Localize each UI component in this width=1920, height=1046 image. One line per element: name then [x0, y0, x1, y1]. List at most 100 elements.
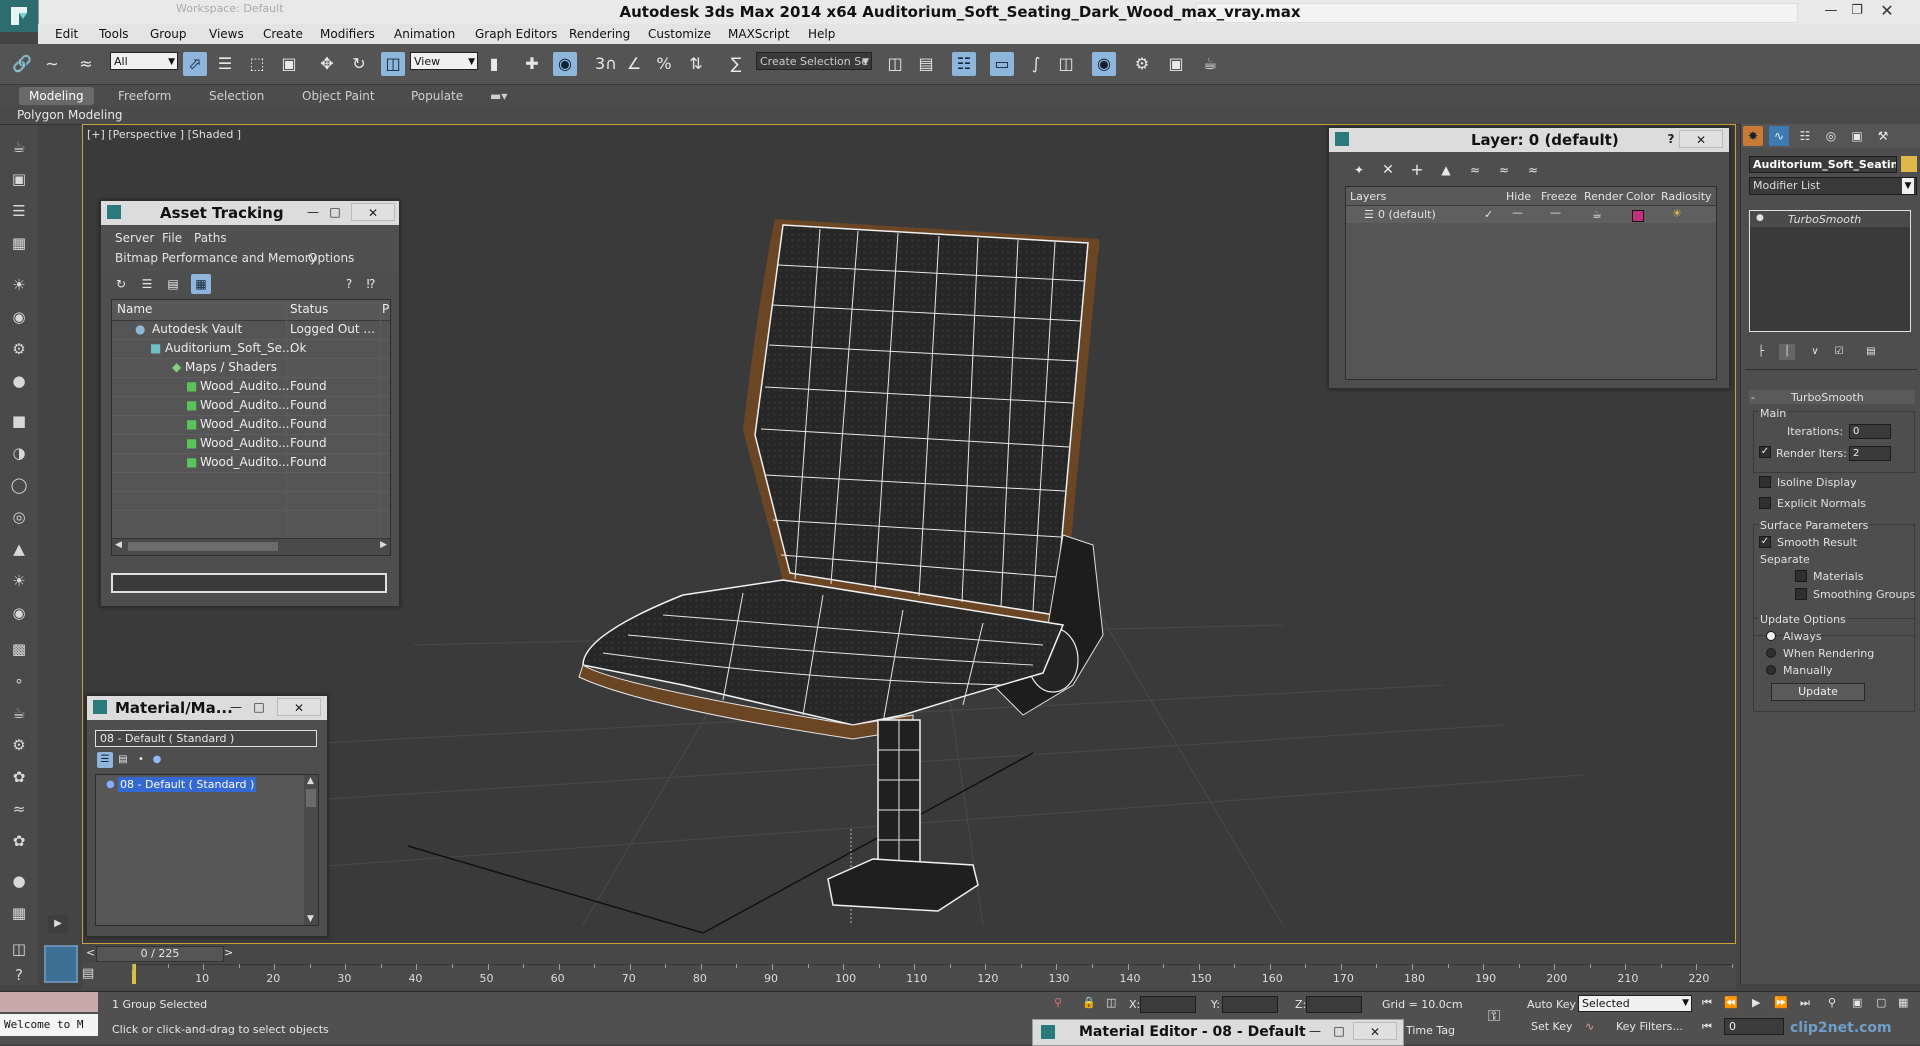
- asset-path-field[interactable]: [111, 573, 387, 593]
- object-color-swatch[interactable]: [1901, 156, 1917, 172]
- tab-modeling[interactable]: Modeling: [19, 87, 94, 105]
- go-to-start-icon[interactable]: ⏮: [1702, 996, 1712, 1010]
- image-icon[interactable]: ▣: [7, 167, 31, 191]
- geosphere-icon[interactable]: ◉: [7, 601, 31, 625]
- asset-row-name[interactable]: Wood_Audito...: [200, 415, 290, 434]
- render-iters-checkbox[interactable]: ✓: [1759, 446, 1771, 458]
- small-sphere-icon[interactable]: •: [133, 752, 149, 768]
- edit-named-selection-icon[interactable]: ∑: [724, 52, 748, 76]
- plant-icon[interactable]: ✿: [7, 765, 31, 789]
- object-name-field[interactable]: Auditorium_Soft_Seating: [1749, 156, 1897, 173]
- asset-row-name[interactable]: Maps / Shaders: [185, 358, 277, 377]
- update-button[interactable]: Update: [1771, 683, 1865, 701]
- col-render[interactable]: Render: [1584, 190, 1623, 203]
- tab-populate[interactable]: Populate: [411, 87, 463, 105]
- column-status[interactable]: Status: [290, 300, 328, 319]
- freeze-all-layers-icon[interactable]: ≈: [1523, 160, 1543, 180]
- light-icon[interactable]: ☀: [7, 273, 31, 297]
- when-rendering-radio[interactable]: [1766, 648, 1776, 658]
- toggle-ribbon-icon[interactable]: ▭: [990, 52, 1014, 76]
- bind-space-warp-icon[interactable]: ≈: [74, 52, 98, 76]
- col-color[interactable]: Color: [1626, 190, 1655, 203]
- material-map-titlebar[interactable]: Material/Ma... — □ ✕: [87, 696, 327, 720]
- rollout-collapse-icon[interactable]: -: [1751, 391, 1755, 404]
- menu-views[interactable]: Views: [209, 27, 244, 41]
- x-coordinate-field[interactable]: [1140, 996, 1196, 1013]
- grid-icon[interactable]: ▦: [7, 231, 31, 255]
- render-teapot-icon[interactable]: ☕: [7, 701, 31, 725]
- modifier-list-dropdown[interactable]: Modifier List ▼: [1749, 177, 1917, 195]
- asset-menu-server[interactable]: Server: [115, 231, 154, 245]
- utilities-tab-icon[interactable]: ⚒: [1873, 126, 1893, 146]
- previous-frame-icon[interactable]: ⏪: [1724, 996, 1738, 1009]
- key-mode-dropdown[interactable]: Selected ▼: [1578, 995, 1692, 1012]
- next-frame-icon[interactable]: ⏩: [1774, 996, 1788, 1009]
- close-window-button[interactable]: ✕: [1874, 2, 1900, 20]
- dome-icon[interactable]: ◑: [7, 441, 31, 465]
- hide-all-layers-icon[interactable]: ≈: [1494, 160, 1514, 180]
- render-setup-icon[interactable]: ⚙: [1130, 52, 1154, 76]
- time-slider-thumb[interactable]: 0 / 225: [96, 946, 224, 962]
- asset-row-name[interactable]: Wood_Audito...: [200, 377, 290, 396]
- box-icon[interactable]: ■: [7, 409, 31, 433]
- tab-object-paint[interactable]: Object Paint: [302, 87, 375, 105]
- ball-icon[interactable]: ●: [7, 869, 31, 893]
- configure-modifier-sets-icon[interactable]: ▤: [1863, 344, 1879, 360]
- material-editor-close-button[interactable]: ✕: [1353, 1022, 1397, 1040]
- save-icon[interactable]: ◫: [7, 937, 31, 961]
- asset-row-name[interactable]: Wood_Audito...: [200, 453, 290, 472]
- asset-maximize-button[interactable]: □: [323, 203, 347, 221]
- pattern-icon[interactable]: ▩: [7, 637, 31, 661]
- named-selection-sets-dropdown[interactable]: Create Selection Se ▼: [756, 52, 872, 70]
- layer-manager-titlebar[interactable]: Layer: 0 (default) ? ✕: [1329, 128, 1729, 152]
- material-map-maximize-button[interactable]: □: [247, 698, 271, 716]
- asset-grid-icon[interactable]: ▦: [191, 274, 211, 294]
- torus-icon[interactable]: ◎: [7, 505, 31, 529]
- menu-tools[interactable]: Tools: [99, 27, 129, 41]
- show-end-result-icon[interactable]: │: [1779, 344, 1795, 360]
- asset-row-name[interactable]: Auditorium_Soft_Se...: [165, 339, 294, 358]
- key-icon[interactable]: ⚿: [1488, 1006, 1500, 1026]
- maxscript-listener-field[interactable]: Welcome to M: [0, 1014, 98, 1036]
- smooth-result-checkbox[interactable]: ✓: [1759, 536, 1771, 548]
- asset-search-help-icon[interactable]: ⁉: [361, 274, 381, 294]
- material-item[interactable]: 08 - Default ( Standard ): [118, 777, 257, 792]
- select-manipulate-icon[interactable]: ✚: [520, 52, 544, 76]
- modify-tab-icon[interactable]: ∿: [1769, 126, 1789, 146]
- help-icon[interactable]: ?: [7, 963, 31, 987]
- pivot-center-icon[interactable]: ▮: [482, 52, 506, 76]
- helper-icon[interactable]: ⚙: [7, 337, 31, 361]
- render-teapot-icon[interactable]: ☕: [1592, 208, 1602, 221]
- radiosity-icon[interactable]: ☀: [1672, 207, 1682, 220]
- lightbulb-icon[interactable]: ●: [1756, 213, 1764, 223]
- layers-icon[interactable]: ☰: [7, 199, 31, 223]
- asset-row-name[interactable]: Wood_Audito...: [200, 434, 290, 453]
- create-tab-icon[interactable]: ✸: [1743, 126, 1763, 146]
- zoom-icon[interactable]: ⚲: [1828, 996, 1836, 1009]
- material-search-field[interactable]: 08 - Default ( Standard ): [95, 730, 317, 747]
- key-filters-button[interactable]: Key Filters...: [1616, 1020, 1683, 1033]
- iterations-spinner[interactable]: 0: [1849, 424, 1891, 439]
- layer-name[interactable]: 0 (default): [1378, 208, 1436, 221]
- asset-refresh-icon[interactable]: ↻: [111, 274, 131, 294]
- create-layer-icon[interactable]: ✦: [1349, 160, 1369, 180]
- asset-menu-options[interactable]: Options: [308, 251, 354, 265]
- select-by-name-icon[interactable]: ☰: [213, 52, 237, 76]
- camera-icon[interactable]: ◉: [7, 305, 31, 329]
- asset-horizontal-scrollbar[interactable]: ◀ ▶: [112, 538, 390, 555]
- angle-snap-icon[interactable]: ∠: [622, 52, 646, 76]
- menu-customize[interactable]: Customize: [648, 27, 711, 41]
- highlight-layer-icon[interactable]: ≈: [1465, 160, 1485, 180]
- select-and-scale-icon[interactable]: ◫: [381, 52, 405, 76]
- zoom-all-icon[interactable]: ▣: [1852, 996, 1862, 1009]
- asset-tracking-titlebar[interactable]: Asset Tracking — □ ✕: [101, 201, 399, 225]
- minimize-window-button[interactable]: —: [1818, 2, 1844, 20]
- menu-group[interactable]: Group: [150, 27, 187, 41]
- view-list-icon[interactable]: ☰: [97, 752, 113, 768]
- particles-icon[interactable]: ∘: [7, 669, 31, 693]
- key-mode-toggle-icon[interactable]: ⏮: [1702, 1020, 1712, 1034]
- time-tag[interactable]: Time Tag: [1406, 1024, 1455, 1037]
- menu-animation[interactable]: Animation: [394, 27, 455, 41]
- col-radiosity[interactable]: Radiosity: [1661, 190, 1712, 203]
- asset-menu-file[interactable]: File: [162, 231, 182, 245]
